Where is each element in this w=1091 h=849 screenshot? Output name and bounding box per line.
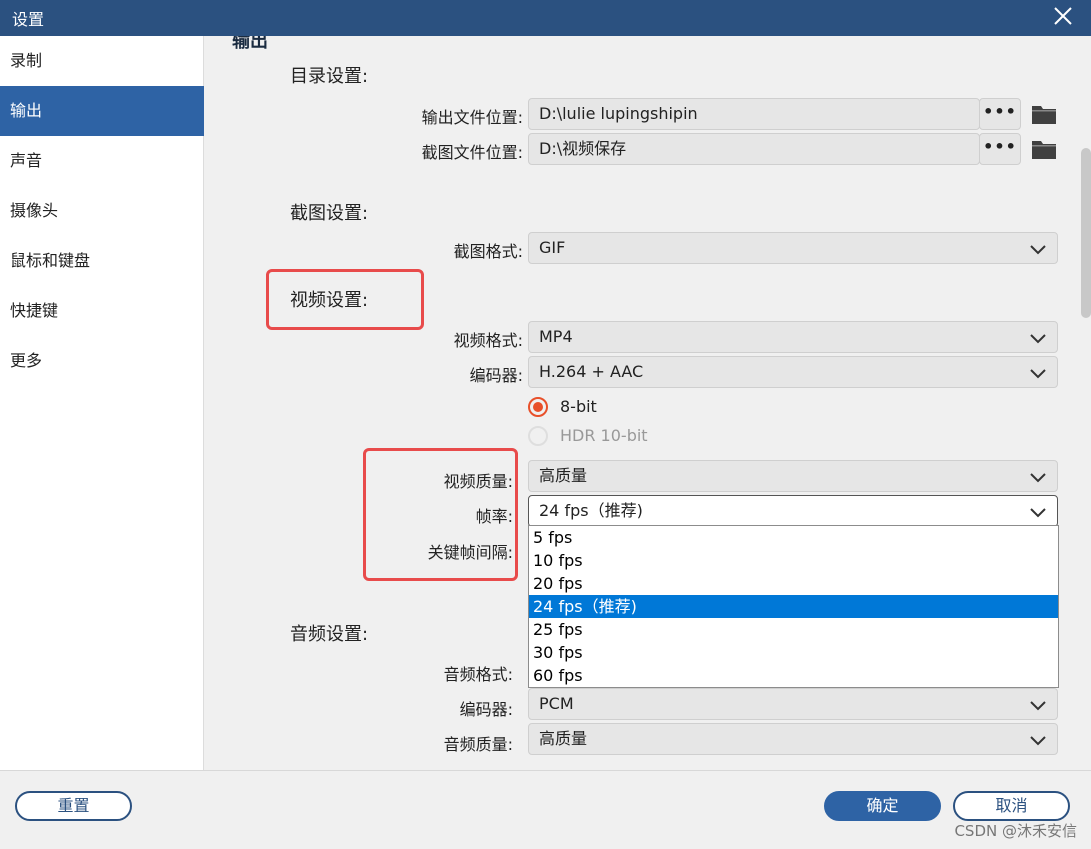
chevron-down-icon <box>1030 473 1046 483</box>
audio-quality-value: 高质量 <box>539 729 588 748</box>
audio-codec-select[interactable]: PCM <box>528 688 1058 720</box>
radio-hdr10bit[interactable] <box>528 426 548 446</box>
chevron-down-icon <box>1030 701 1046 711</box>
framerate-option-24[interactable]: 24 fps（推荐) <box>529 595 1058 618</box>
screenshot-browse-button[interactable]: ••• <box>979 133 1021 165</box>
screenshot-location-label: 截图文件位置: <box>421 143 523 162</box>
output-browse-button[interactable]: ••• <box>979 98 1021 130</box>
video-quality-value: 高质量 <box>539 466 588 485</box>
video-section-title: 视频设置: <box>290 290 369 311</box>
video-format-value: MP4 <box>539 327 573 346</box>
sidebar: 录制 输出 声音 摄像头 鼠标和键盘 快捷键 更多 <box>0 36 204 770</box>
screenshot-location-value: D:\视频保存 <box>539 139 627 158</box>
audio-codec-value: PCM <box>539 694 574 713</box>
settings-content: 输出 目录设置: 输出文件位置: D:\lulie lupingshipin •… <box>205 36 1091 770</box>
screenshot-format-label: 截图格式: <box>453 242 523 261</box>
video-format-label: 视频格式: <box>453 331 523 350</box>
output-folder-icon[interactable] <box>1031 103 1057 125</box>
chevron-down-icon <box>1030 334 1046 344</box>
radio-8bit-label: 8-bit <box>560 397 597 416</box>
radio-hdr10bit-label: HDR 10-bit <box>560 426 648 445</box>
footer-bar: 重置 确定 取消 <box>0 770 1091 849</box>
framerate-dropdown-list: 5 fps 10 fps 20 fps 24 fps（推荐) 25 fps 30… <box>528 525 1059 688</box>
sidebar-item-more[interactable]: 更多 <box>0 336 204 386</box>
output-location-value: D:\lulie lupingshipin <box>539 104 698 123</box>
framerate-option-60[interactable]: 60 fps <box>529 664 1058 687</box>
sidebar-item-output[interactable]: 输出 <box>0 86 204 136</box>
window-title: 设置 <box>12 10 45 29</box>
sidebar-item-camera[interactable]: 摄像头 <box>0 186 204 236</box>
framerate-option-10[interactable]: 10 fps <box>529 549 1058 572</box>
video-quality-label: 视频质量: <box>443 472 513 491</box>
title-bar: 设置 <box>0 0 1091 36</box>
framerate-option-5[interactable]: 5 fps <box>529 526 1058 549</box>
directory-section-title: 目录设置: <box>290 66 369 87</box>
video-codec-select[interactable]: H.264 + AAC <box>528 356 1058 388</box>
radio-8bit[interactable] <box>528 397 548 417</box>
output-location-input[interactable]: D:\lulie lupingshipin <box>528 98 980 130</box>
page-heading: 输出 <box>232 36 268 52</box>
close-icon[interactable] <box>1049 2 1077 30</box>
video-codec-value: H.264 + AAC <box>539 362 644 381</box>
framerate-option-20[interactable]: 20 fps <box>529 572 1058 595</box>
screenshot-format-select[interactable]: GIF <box>528 232 1058 264</box>
audio-section-title: 音频设置: <box>290 624 369 645</box>
audio-quality-label: 音频质量: <box>443 735 513 754</box>
video-codec-label: 编码器: <box>469 366 523 385</box>
screenshot-section-title: 截图设置: <box>290 203 369 224</box>
screenshot-folder-icon[interactable] <box>1031 138 1057 160</box>
framerate-option-30[interactable]: 30 fps <box>529 641 1058 664</box>
framerate-value: 24 fps（推荐) <box>539 501 643 520</box>
screenshot-format-value: GIF <box>539 238 566 257</box>
sidebar-item-record[interactable]: 录制 <box>0 36 204 86</box>
reset-button[interactable]: 重置 <box>15 791 132 821</box>
audio-quality-select[interactable]: 高质量 <box>528 723 1058 755</box>
sidebar-item-mouse-keyboard[interactable]: 鼠标和键盘 <box>0 236 204 286</box>
output-location-label: 输出文件位置: <box>421 108 523 127</box>
content-scrollbar[interactable] <box>1081 148 1091 318</box>
framerate-label: 帧率: <box>475 507 513 526</box>
sidebar-item-shortcuts[interactable]: 快捷键 <box>0 286 204 336</box>
chevron-down-icon <box>1030 245 1046 255</box>
audio-codec-label: 编码器: <box>459 700 513 719</box>
keyframe-interval-label: 关键帧间隔: <box>427 543 513 562</box>
ok-button[interactable]: 确定 <box>824 791 941 821</box>
sidebar-item-sound[interactable]: 声音 <box>0 136 204 186</box>
audio-format-label: 音频格式: <box>443 665 513 684</box>
chevron-down-icon <box>1030 508 1046 518</box>
framerate-select[interactable]: 24 fps（推荐) <box>528 495 1058 527</box>
watermark: CSDN @沐禾安信 <box>954 822 1077 840</box>
screenshot-location-input[interactable]: D:\视频保存 <box>528 133 980 165</box>
video-format-select[interactable]: MP4 <box>528 321 1058 353</box>
chevron-down-icon <box>1030 369 1046 379</box>
cancel-button[interactable]: 取消 <box>953 791 1070 821</box>
framerate-option-25[interactable]: 25 fps <box>529 618 1058 641</box>
video-quality-select[interactable]: 高质量 <box>528 460 1058 492</box>
chevron-down-icon <box>1030 736 1046 746</box>
